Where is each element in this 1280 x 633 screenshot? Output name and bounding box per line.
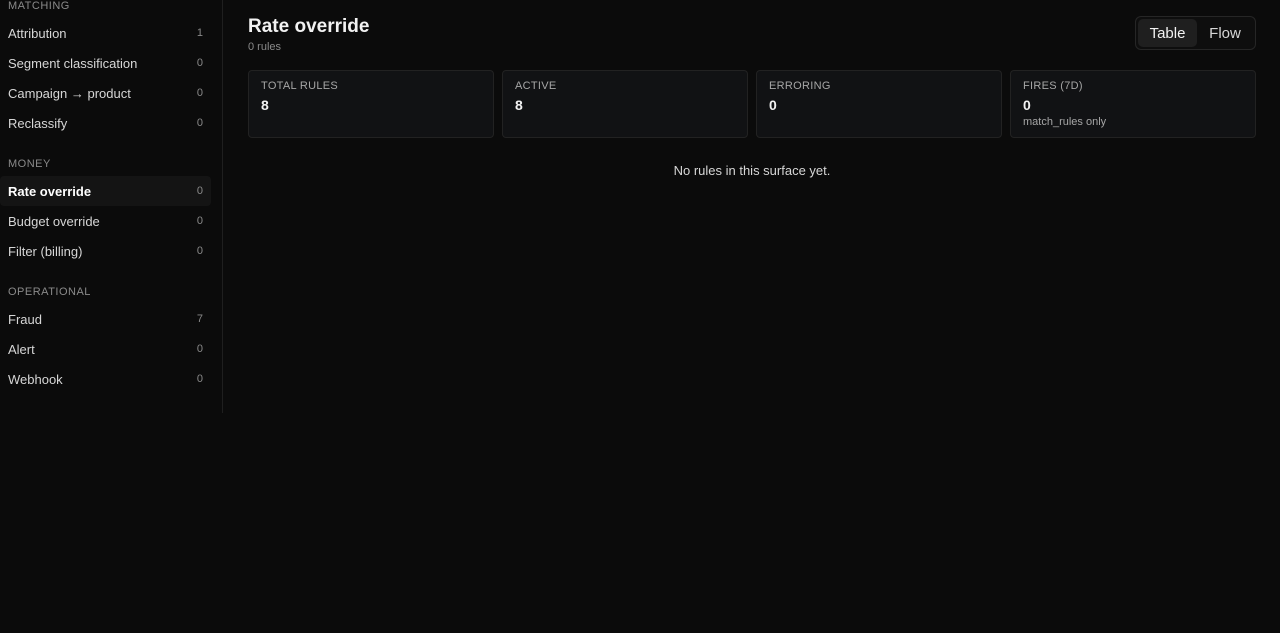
- stat-label: ERRORING: [769, 80, 831, 92]
- sidebar-item-label: Webhook: [8, 371, 63, 387]
- sidebar-item-count: 0: [196, 117, 203, 129]
- sidebar-item-label: Reclassify: [8, 115, 68, 131]
- sidebar-item-label: Fraud: [8, 311, 42, 327]
- sidebar-item-count: 0: [196, 343, 203, 355]
- stat-value: 0: [1023, 97, 1031, 113]
- stat-card-total-rules: TOTAL RULES 8: [248, 70, 494, 138]
- stat-label: FIRES (7D): [1023, 80, 1083, 92]
- page-title: Rate override: [248, 16, 370, 37]
- sidebar-item-reclassify[interactable]: Reclassify 0: [0, 108, 211, 138]
- sidebar-item-count: 0: [196, 373, 203, 385]
- sidebar-item-fraud[interactable]: Fraud 7: [0, 304, 211, 334]
- sidebar-item-count: 0: [196, 245, 203, 257]
- sidebar-item-webhook[interactable]: Webhook 0: [0, 364, 211, 394]
- stat-card-erroring: ERRORING 0: [756, 70, 1002, 138]
- sidebar-item-campaign-product[interactable]: Campaign → product 0: [0, 78, 211, 108]
- empty-state-message: No rules in this surface yet.: [673, 163, 831, 178]
- sidebar-item-label: Campaign → product: [8, 85, 131, 101]
- stat-value: 0: [769, 97, 777, 113]
- sidebar-item-budget-override[interactable]: Budget override 0: [0, 206, 211, 236]
- view-toggle: Table Flow: [1135, 16, 1256, 50]
- sidebar-item-label: Budget override: [8, 213, 100, 229]
- table-view-button[interactable]: Table: [1138, 19, 1197, 47]
- sidebar-item-count: 0: [196, 57, 203, 69]
- stat-label: TOTAL RULES: [261, 80, 339, 92]
- sidebar-item-label: Segment classification: [8, 55, 138, 71]
- sidebar-item-count: 0: [196, 87, 203, 99]
- stat-sublabel: match_rules only: [1023, 116, 1107, 128]
- stat-value: 8: [515, 97, 523, 113]
- sidebar-item-label: Filter (billing): [8, 243, 83, 259]
- sidebar-item-count: 0: [196, 215, 203, 227]
- group-label-matching: MATCHING: [8, 0, 70, 12]
- sidebar: MATCHING Attribution 1 Segment classific…: [0, 0, 223, 413]
- stat-label: ACTIVE: [515, 80, 557, 92]
- stat-card-active: ACTIVE 8: [502, 70, 748, 138]
- sidebar-item-count: 0: [196, 185, 203, 197]
- stat-value: 8: [261, 97, 269, 113]
- group-label-money: MONEY: [8, 158, 51, 170]
- sidebar-item-count: 1: [196, 27, 203, 39]
- stat-card-fires-7d: FIRES (7D) 0 match_rules only: [1010, 70, 1256, 138]
- sidebar-item-filter-billing[interactable]: Filter (billing) 0: [0, 236, 211, 266]
- flow-view-button[interactable]: Flow: [1197, 19, 1253, 47]
- sidebar-item-label: Attribution: [8, 25, 67, 41]
- sidebar-item-rate-override[interactable]: Rate override 0: [0, 176, 211, 206]
- sidebar-item-count: 7: [196, 313, 203, 325]
- group-label-operational: OPERATIONAL: [8, 286, 91, 298]
- sidebar-item-label: Rate override: [8, 183, 92, 199]
- rule-count-subtitle: 0 rules: [248, 41, 282, 53]
- sidebar-item-label: Alert: [8, 341, 35, 357]
- sidebar-item-segment-classification[interactable]: Segment classification 0: [0, 48, 211, 78]
- sidebar-item-attribution[interactable]: Attribution 1: [0, 18, 211, 48]
- sidebar-item-alert[interactable]: Alert 0: [0, 334, 211, 364]
